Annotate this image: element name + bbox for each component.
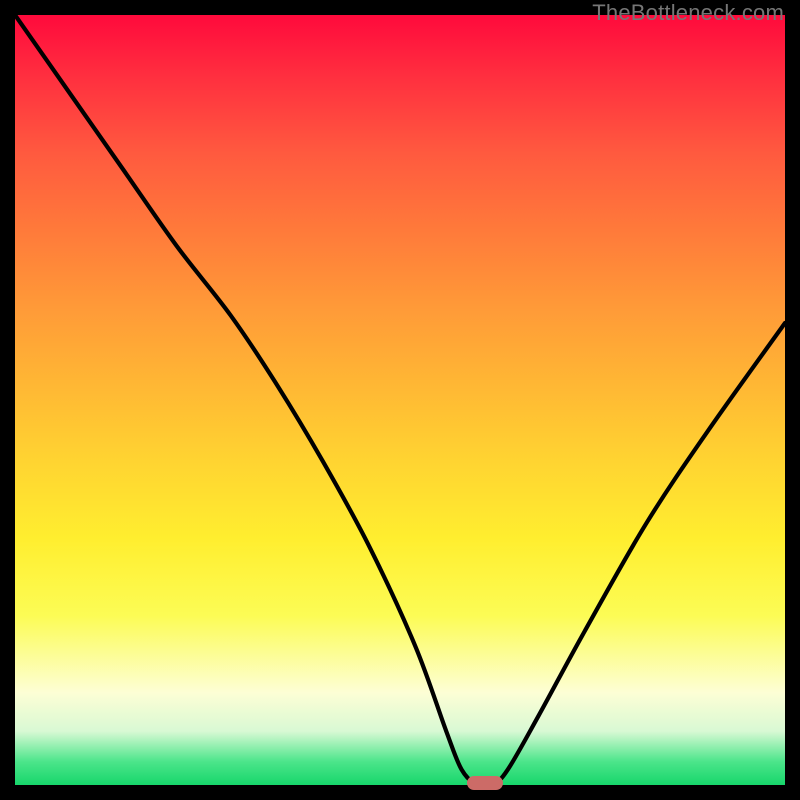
chart-frame: TheBottleneck.com: [0, 0, 800, 800]
plot-area: [15, 15, 785, 785]
watermark-text: TheBottleneck.com: [592, 0, 784, 26]
bottleneck-curve: [15, 15, 785, 785]
optimal-marker: [467, 776, 503, 790]
